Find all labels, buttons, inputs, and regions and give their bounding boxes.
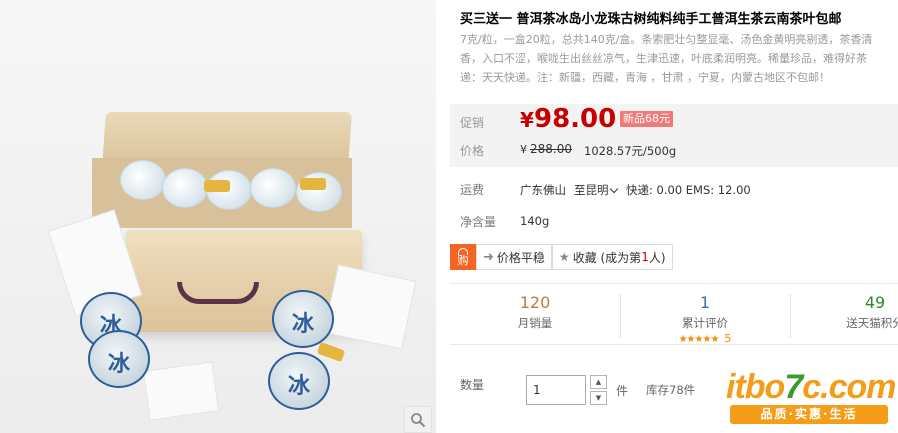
stat-value: 49 — [864, 293, 886, 312]
favorite-prefix: 收藏 (成为第 — [572, 250, 642, 265]
arrow-right-icon: ➜ — [483, 249, 494, 265]
price-panel: 促销 ¥ 98.00 新品68元 价格 ¥ 288.00 1028.57元/50… — [450, 104, 898, 167]
stamp-text: 冰 — [107, 351, 130, 377]
stock-count: 库存78件 — [646, 383, 696, 397]
price-trend-label: 价格平稳 — [496, 250, 545, 265]
quantity-input[interactable] — [526, 375, 586, 405]
paper-wrapper — [142, 361, 220, 421]
favorite-rank: 1 — [641, 250, 649, 264]
favorite-suffix: 人) — [648, 250, 666, 265]
tea-ball — [250, 168, 296, 208]
net-weight-value: 140g — [520, 214, 550, 228]
net-weight-label: 净含量 — [460, 215, 497, 229]
original-price-label: 价格 — [460, 144, 485, 158]
buy-badge[interactable]: 购 — [450, 244, 476, 270]
stat-points: 49 送天猫积分 — [790, 284, 898, 344]
destination-text: 至昆明 — [574, 183, 609, 197]
star-icon: ★ — [558, 250, 570, 264]
action-bar: 购 ➜ 价格平稳 ★ 收藏 (成为第 1 人) — [450, 244, 673, 270]
paper-wrapper — [323, 264, 417, 350]
stat-label: 月销量 — [517, 316, 553, 330]
chevron-down-icon — [609, 184, 618, 194]
price-trend-button[interactable]: ➜ 价格平稳 — [476, 244, 552, 270]
stats-bar: 120 月销量 1 累计评价 ★★★★★ 5 49 送天猫积分 — [450, 283, 898, 345]
stat-monthly-sales: 120 月销量 — [450, 284, 620, 344]
shipping-label: 运费 — [460, 183, 485, 197]
watermark-tagline: 品质·实惠·生活 — [730, 405, 888, 424]
stat-reviews[interactable]: 1 累计评价 ★★★★★ 5 — [620, 284, 790, 345]
shipping-origin: 广东佛山 — [520, 183, 566, 197]
promo-label: 促销 — [460, 116, 485, 130]
description-line: 7克/粒，一盒20粒，总共140克/盒。条索肥壮匀整显毫、汤色金黄明亮剔透，茶香… — [460, 33, 873, 46]
tea-ball-wrapped: 冰 — [272, 290, 334, 348]
original-price: 288.00 — [530, 142, 572, 156]
magnifier-icon — [411, 412, 426, 427]
orig-currency-symbol: ¥ — [520, 143, 527, 156]
stat-value: 1 — [699, 293, 711, 312]
stamp-text: 冰 — [291, 311, 314, 337]
stat-value: 120 — [519, 293, 551, 312]
quantity-unit: 件 — [616, 384, 629, 398]
currency-symbol: ¥ — [520, 108, 534, 132]
site-watermark-logo: itbo7c.com 品质·实惠·生活 — [726, 368, 898, 428]
stat-label: 送天猫积分 — [846, 316, 898, 330]
unit-price: 1028.57元/500g — [584, 144, 677, 158]
tea-ball — [120, 160, 166, 200]
stat-label: 累计评价 — [682, 316, 728, 330]
watermark-brand-part: 7 — [784, 368, 803, 406]
tea-ball-wrapped: 冰 — [88, 330, 150, 388]
watermark-brand-part: c.com — [802, 368, 896, 406]
description-line: 香，入口不涩，喉咙生出丝丝凉气，生津迅速，叶底柔润明亮。稀量珍品，难得好茶 — [460, 52, 867, 65]
shopping-bag-icon — [458, 248, 468, 255]
quantity-increment-button[interactable]: ▲ — [590, 375, 607, 389]
box-handle — [177, 282, 259, 304]
shipping-fees: 快递: 0.00 EMS: 12.00 — [626, 183, 751, 197]
product-description: 7克/粒，一盒20粒，总共140克/盒。条索肥壮匀整显毫、汤色金黄明亮剔透，茶香… — [460, 30, 898, 87]
favorite-button[interactable]: ★ 收藏 (成为第 1 人) — [551, 244, 673, 270]
watermark-brand: itbo7c.com — [726, 368, 897, 407]
watermark-brand-part: itbo — [726, 368, 785, 406]
product-title: 买三送一 普洱茶冰岛小龙珠古树纯料纯手工普洱生茶云南茶叶包邮 — [460, 12, 842, 27]
tea-ball — [162, 168, 208, 208]
promo-price: 98.00 — [534, 104, 617, 134]
new-product-badge[interactable]: 新品68元 — [620, 111, 673, 127]
stamp-text: 冰 — [287, 373, 310, 399]
star-rating-icon: ★★★★★ — [678, 334, 720, 345]
chevron-up-icon: ▲ — [595, 378, 602, 386]
gold-ribbon — [204, 180, 230, 192]
description-line: 递：天天快递。注：新疆，西藏，青海 ，甘肃 ，宁夏，内蒙古地区不包邮！ — [460, 71, 830, 84]
gold-ribbon — [300, 178, 326, 190]
chevron-down-icon: ▼ — [595, 394, 602, 402]
tea-ball-wrapped: 冰 — [268, 352, 330, 410]
rating-stars: ★★★★★ 5 — [620, 332, 790, 345]
product-main-image[interactable]: 冰 冰 冰 冰 — [0, 0, 436, 433]
zoom-button[interactable] — [404, 406, 432, 433]
quantity-decrement-button[interactable]: ▼ — [590, 391, 607, 405]
rating-score: 5 — [724, 332, 732, 345]
destination-selector[interactable]: 至昆明 — [574, 182, 621, 198]
gold-ribbon — [316, 341, 346, 363]
quantity-label: 数量 — [460, 378, 485, 392]
